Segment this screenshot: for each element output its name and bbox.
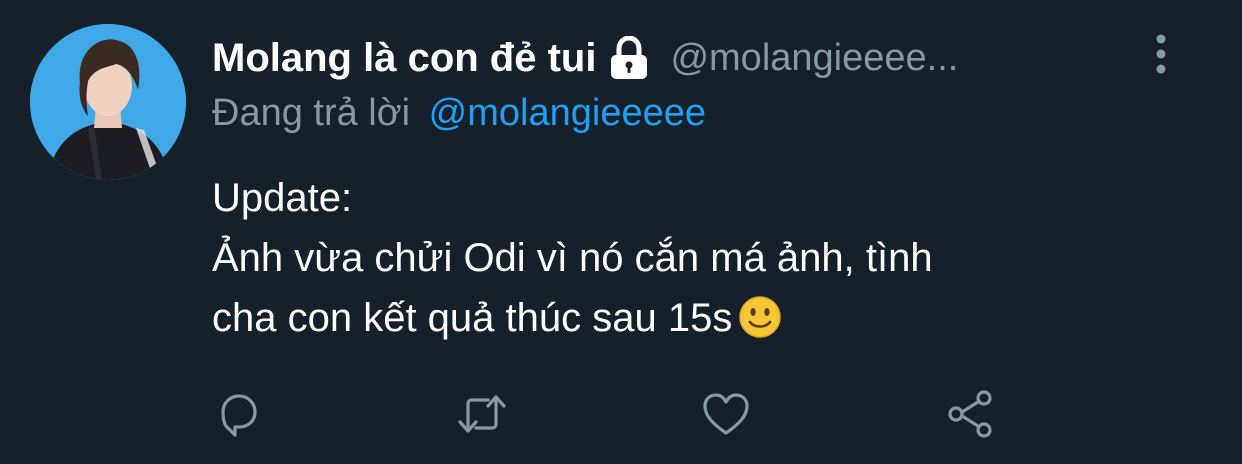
- tweet-text-line: Update:: [212, 176, 353, 220]
- reply-context: Đang trả lời @molangieeeee: [212, 92, 706, 135]
- tweet-text-line: cha con kết quả thúc sau 15s: [212, 288, 1172, 356]
- share-icon: [948, 390, 992, 438]
- reply-icon: [221, 394, 257, 437]
- reply-prefix: Đang trả lời: [212, 92, 411, 134]
- tweet-text-line: Ảnh vừa chửi Odi vì nó cắn má ảnh, tình: [212, 236, 933, 280]
- tweet-text-segment: cha con kết quả thúc sau 15s: [212, 296, 733, 340]
- retweet-button[interactable]: [456, 388, 508, 440]
- lock-icon: [606, 36, 652, 80]
- reply-button[interactable]: [211, 388, 263, 440]
- display-name[interactable]: Molang là con đẻ tui: [212, 36, 596, 81]
- reply-mention-link[interactable]: @molangieeeee: [429, 92, 706, 134]
- slightly-smiling-face-emoji: [738, 295, 782, 356]
- tweet-text: Update: Ảnh vừa chửi Odi vì nó cắn má ản…: [212, 168, 1172, 356]
- handle[interactable]: @molangieeee...: [670, 37, 958, 80]
- tweet-actions: [0, 388, 1242, 440]
- avatar-photo: [30, 24, 186, 180]
- more-vertical-icon: [1156, 34, 1166, 74]
- tweet-header: Molang là con đẻ tui @molangieeee...: [212, 30, 1122, 86]
- heart-icon: [703, 393, 749, 435]
- like-button[interactable]: [700, 388, 752, 440]
- avatar[interactable]: [30, 24, 186, 180]
- share-button[interactable]: [944, 388, 996, 440]
- retweet-icon: [458, 395, 506, 433]
- more-options-button[interactable]: [1146, 32, 1176, 76]
